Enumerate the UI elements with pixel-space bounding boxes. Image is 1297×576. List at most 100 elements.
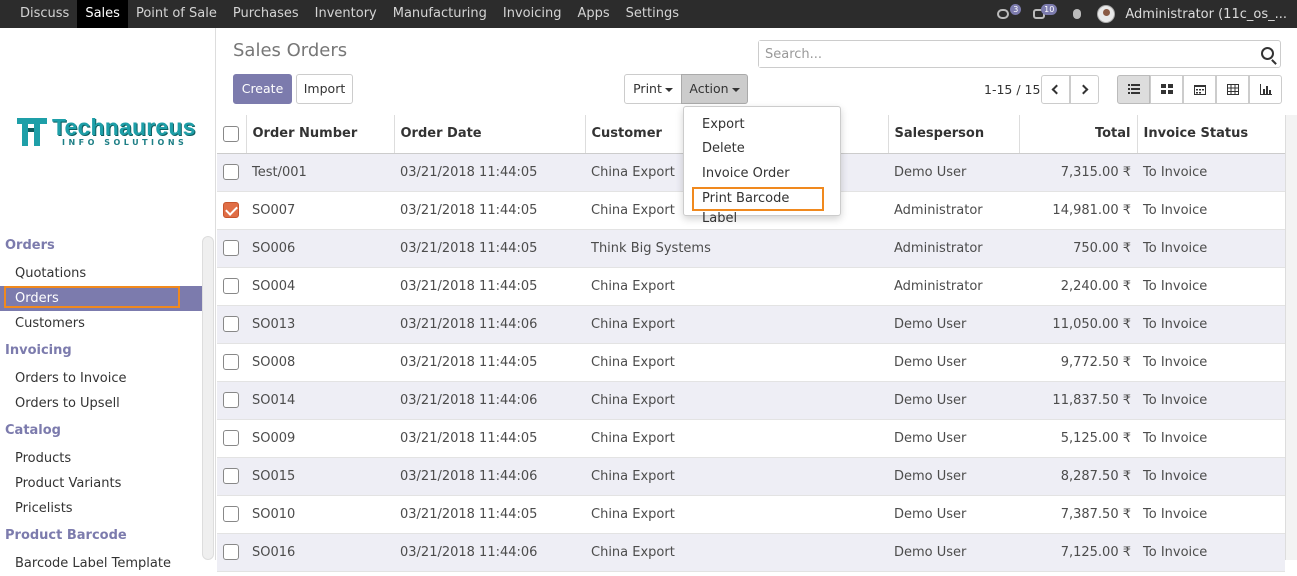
- column-salesperson[interactable]: Salesperson: [888, 115, 1020, 154]
- invoice-status-cell: To Invoice: [1137, 267, 1285, 306]
- row-select-cell: [217, 381, 246, 420]
- row-checkbox[interactable]: [223, 316, 239, 332]
- sidebar-item-quotations[interactable]: Quotations: [0, 261, 202, 286]
- sidebar-section-orders: Orders: [5, 238, 55, 253]
- row-select-cell: [217, 229, 246, 268]
- sidebar-item-orders-to-invoice[interactable]: Orders to Invoice: [0, 366, 202, 391]
- graph-view-button[interactable]: [1249, 75, 1282, 104]
- messages-icon[interactable]: 10: [1031, 4, 1058, 21]
- table-row[interactable]: SO014 03/21/2018 11:44:06 China Export Demo…: [217, 381, 1285, 420]
- row-checkbox[interactable]: [223, 430, 239, 446]
- user-menu[interactable]: Administrator (11c_os_...: [1125, 7, 1287, 22]
- sidebar: Technaureus INFO SOLUTIONS Orders Quotat…: [0, 28, 216, 571]
- menu-settings[interactable]: Settings: [618, 0, 687, 28]
- list-view-button[interactable]: [1117, 75, 1150, 104]
- pager-next-button[interactable]: [1070, 75, 1099, 104]
- table-row[interactable]: SO015 03/21/2018 11:44:06 China Export Demo…: [217, 457, 1285, 496]
- calendar-view-button[interactable]: [1183, 75, 1216, 104]
- action-delete[interactable]: Delete: [684, 137, 840, 161]
- salesperson-cell: Demo User: [888, 495, 1019, 534]
- invoice-status-cell: To Invoice: [1137, 153, 1285, 192]
- action-print-barcode-label[interactable]: Print Barcode Label: [692, 187, 824, 226]
- systray: 3 10 Administrator (11c_os_...: [995, 0, 1287, 28]
- column-invoice-status[interactable]: Invoice Status: [1137, 115, 1286, 154]
- column-order-number[interactable]: Order Number: [246, 115, 395, 154]
- row-checkbox[interactable]: [223, 544, 239, 560]
- salesperson-cell: Administrator: [888, 229, 1019, 268]
- menu-inventory[interactable]: Inventory: [307, 0, 385, 28]
- column-order-date[interactable]: Order Date: [394, 115, 586, 154]
- sidebar-item-product-variants[interactable]: Product Variants: [0, 471, 202, 496]
- pager-previous-button[interactable]: [1041, 75, 1070, 104]
- menu-discuss[interactable]: Discuss: [12, 0, 77, 28]
- order-number-cell: SO014: [246, 381, 394, 420]
- select-all-checkbox[interactable]: [223, 125, 239, 142]
- invoice-status-cell: To Invoice: [1137, 191, 1285, 230]
- menu-purchases[interactable]: Purchases: [225, 0, 307, 28]
- row-checkbox[interactable]: [223, 506, 239, 522]
- total-cell: 14,981.00 ₹: [1019, 191, 1137, 230]
- row-select-cell: [217, 457, 246, 496]
- table-scrollbar[interactable]: [1285, 115, 1297, 560]
- action-export[interactable]: Export: [684, 113, 840, 137]
- row-checkbox[interactable]: [223, 202, 239, 218]
- menu-sales[interactable]: Sales: [77, 0, 128, 28]
- print-label: Print: [633, 81, 662, 96]
- pivot-view-button[interactable]: [1216, 75, 1249, 104]
- table-row[interactable]: SO016 03/21/2018 11:44:06 China Export Demo…: [217, 533, 1285, 572]
- action-invoice-order[interactable]: Invoice Order: [684, 162, 840, 186]
- menu-point-of-sale[interactable]: Point of Sale: [128, 0, 225, 28]
- row-checkbox[interactable]: [223, 354, 239, 370]
- table-row[interactable]: SO009 03/21/2018 11:44:05 China Export Demo…: [217, 419, 1285, 458]
- row-select-cell: [217, 495, 246, 534]
- sidebar-item-orders[interactable]: Orders: [0, 286, 202, 311]
- sidebar-item-products[interactable]: Products: [0, 446, 202, 471]
- table-row[interactable]: SO006 03/21/2018 11:44:05 Think Big System…: [217, 229, 1285, 268]
- column-total[interactable]: Total: [1019, 115, 1138, 154]
- order-date-cell: 03/21/2018 11:44:06: [394, 457, 585, 496]
- logo-wordmark: Technaureus: [52, 114, 196, 140]
- order-date-cell: 03/21/2018 11:44:05: [394, 191, 585, 230]
- customer-cell: China Export: [585, 381, 888, 420]
- pager-value[interactable]: 1-15 / 15: [984, 82, 1040, 97]
- action-button[interactable]: Action: [681, 74, 748, 104]
- row-checkbox[interactable]: [223, 164, 239, 180]
- sidebar-item-barcode-label-template[interactable]: Barcode Label Template: [0, 551, 202, 576]
- sidebar-scrollbar[interactable]: [202, 236, 214, 560]
- search-input[interactable]: [759, 41, 1249, 67]
- menu-invoicing[interactable]: Invoicing: [495, 0, 570, 28]
- salesperson-cell: Demo User: [888, 533, 1019, 572]
- menu-manufacturing[interactable]: Manufacturing: [385, 0, 495, 28]
- salesperson-cell: Demo User: [888, 153, 1019, 192]
- sidebar-item-label: Orders: [15, 291, 59, 306]
- order-number-cell: SO007: [246, 191, 394, 230]
- salesperson-cell: Demo User: [888, 305, 1019, 344]
- table-row[interactable]: SO004 03/21/2018 11:44:05 China Export Admi…: [217, 267, 1285, 306]
- table-row[interactable]: SO008 03/21/2018 11:44:05 China Export Demo…: [217, 343, 1285, 382]
- row-checkbox[interactable]: [223, 392, 239, 408]
- order-number-cell: SO013: [246, 305, 394, 344]
- import-button[interactable]: Import: [296, 74, 353, 104]
- row-checkbox[interactable]: [223, 240, 239, 256]
- sidebar-item-orders-to-upsell[interactable]: Orders to Upsell: [0, 391, 202, 416]
- kanban-view-button[interactable]: [1150, 75, 1183, 104]
- avatar[interactable]: [1097, 5, 1116, 23]
- table-row[interactable]: SO013 03/21/2018 11:44:06 China Export Demo…: [217, 305, 1285, 344]
- customer-cell: China Export: [585, 267, 888, 306]
- chat-badge: 3: [1010, 4, 1022, 15]
- search-icon[interactable]: [1261, 47, 1274, 60]
- create-button[interactable]: Create: [233, 74, 292, 104]
- page-title: Sales Orders: [233, 40, 348, 61]
- order-number-cell: SO009: [246, 419, 394, 458]
- row-checkbox[interactable]: [223, 278, 239, 294]
- chevron-right-icon: [1078, 84, 1089, 95]
- row-checkbox[interactable]: [223, 468, 239, 484]
- table-row[interactable]: SO010 03/21/2018 11:44:05 China Export Demo…: [217, 495, 1285, 534]
- print-button[interactable]: Print: [624, 74, 682, 104]
- sidebar-item-customers[interactable]: Customers: [0, 311, 202, 336]
- bug-icon[interactable]: [1067, 7, 1087, 21]
- chat-icon[interactable]: 3: [995, 4, 1022, 21]
- menu-apps[interactable]: Apps: [569, 0, 617, 28]
- sidebar-item-pricelists[interactable]: Pricelists: [0, 496, 202, 521]
- customer-cell: China Export: [585, 457, 888, 496]
